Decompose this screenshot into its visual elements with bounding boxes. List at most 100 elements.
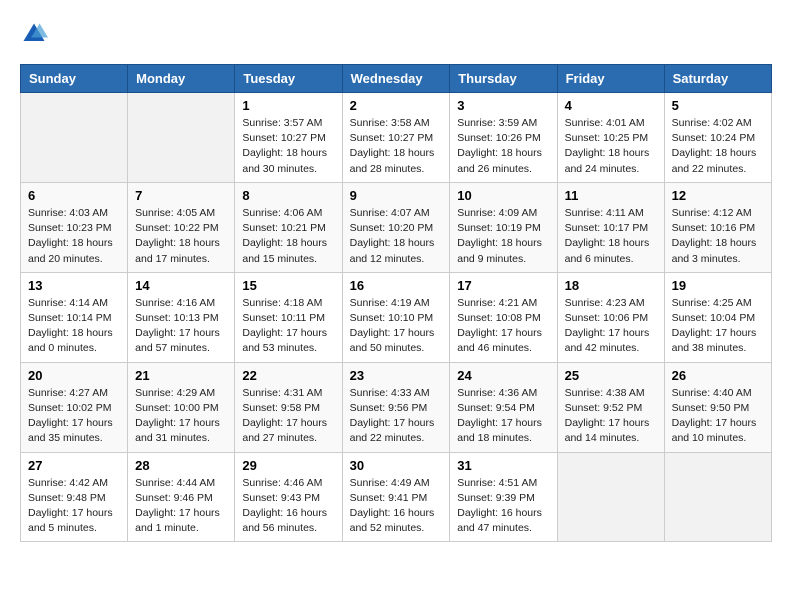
day-info: Sunrise: 4:21 AMSunset: 10:08 PMDaylight… xyxy=(457,296,549,357)
calendar-cell: 10 Sunrise: 4:09 AMSunset: 10:19 PMDaylig… xyxy=(450,182,557,272)
calendar-cell: 21 Sunrise: 4:29 AMSunset: 10:00 PMDaylig… xyxy=(128,362,235,452)
day-number: 29 xyxy=(242,458,334,473)
day-number: 12 xyxy=(672,188,764,203)
day-info: Sunrise: 4:29 AMSunset: 10:00 PMDaylight… xyxy=(135,386,227,447)
calendar-week-row: 20Sunrise: 4:27 AMSunset: 10:02 PMDaylig… xyxy=(21,362,772,452)
weekday-header-tuesday: Tuesday xyxy=(235,65,342,93)
day-info: Sunrise: 4:25 AMSunset: 10:04 PMDaylight… xyxy=(672,296,764,357)
calendar-cell: 5 Sunrise: 4:02 AMSunset: 10:24 PMDayligh… xyxy=(664,93,771,183)
day-number: 10 xyxy=(457,188,549,203)
day-info: Sunrise: 3:59 AMSunset: 10:26 PMDaylight… xyxy=(457,116,549,177)
calendar-cell: 1Sunrise: 3:57 AMSunset: 10:27 PMDayligh… xyxy=(235,93,342,183)
calendar-cell: 6 Sunrise: 4:03 AMSunset: 10:23 PMDayligh… xyxy=(21,182,128,272)
day-number: 13 xyxy=(28,278,120,293)
day-number: 18 xyxy=(565,278,657,293)
calendar-cell: 30 Sunrise: 4:49 AMSunset: 9:41 PMDayligh… xyxy=(342,452,450,542)
calendar-cell: 13 Sunrise: 4:14 AMSunset: 10:14 PMDaylig… xyxy=(21,272,128,362)
day-number: 24 xyxy=(457,368,549,383)
weekday-header-saturday: Saturday xyxy=(664,65,771,93)
day-info: Sunrise: 4:40 AMSunset: 9:50 PMDaylight:… xyxy=(672,386,764,447)
day-info: Sunrise: 4:42 AMSunset: 9:48 PMDaylight:… xyxy=(28,476,120,537)
day-info: Sunrise: 4:16 AMSunset: 10:13 PMDaylight… xyxy=(135,296,227,357)
day-info: Sunrise: 4:38 AMSunset: 9:52 PMDaylight:… xyxy=(565,386,657,447)
calendar-cell: 25Sunrise: 4:38 AMSunset: 9:52 PMDayligh… xyxy=(557,362,664,452)
calendar-cell: 2Sunrise: 3:58 AMSunset: 10:27 PMDayligh… xyxy=(342,93,450,183)
day-info: Sunrise: 4:18 AMSunset: 10:11 PMDaylight… xyxy=(242,296,334,357)
day-info: Sunrise: 4:44 AMSunset: 9:46 PMDaylight:… xyxy=(135,476,227,537)
day-info: Sunrise: 4:02 AMSunset: 10:24 PMDaylight… xyxy=(672,116,764,177)
calendar-cell: 11 Sunrise: 4:11 AMSunset: 10:17 PMDaylig… xyxy=(557,182,664,272)
day-number: 4 xyxy=(565,98,657,113)
calendar-cell: 14 Sunrise: 4:16 AMSunset: 10:13 PMDaylig… xyxy=(128,272,235,362)
calendar-cell: 27Sunrise: 4:42 AMSunset: 9:48 PMDayligh… xyxy=(21,452,128,542)
calendar-cell: 23 Sunrise: 4:33 AMSunset: 9:56 PMDayligh… xyxy=(342,362,450,452)
weekday-header-sunday: Sunday xyxy=(21,65,128,93)
day-number: 5 xyxy=(672,98,764,113)
calendar-cell: 19 Sunrise: 4:25 AMSunset: 10:04 PMDaylig… xyxy=(664,272,771,362)
day-info: Sunrise: 4:07 AMSunset: 10:20 PMDaylight… xyxy=(350,206,443,267)
day-number: 30 xyxy=(350,458,443,473)
day-info: Sunrise: 4:49 AMSunset: 9:41 PMDaylight:… xyxy=(350,476,443,537)
day-info: Sunrise: 4:03 AMSunset: 10:23 PMDaylight… xyxy=(28,206,120,267)
day-number: 22 xyxy=(242,368,334,383)
day-info: Sunrise: 4:12 AMSunset: 10:16 PMDaylight… xyxy=(672,206,764,267)
calendar-week-row: 27Sunrise: 4:42 AMSunset: 9:48 PMDayligh… xyxy=(21,452,772,542)
day-number: 20 xyxy=(28,368,120,383)
page-header xyxy=(20,20,772,48)
calendar-cell xyxy=(664,452,771,542)
day-number: 19 xyxy=(672,278,764,293)
weekday-header-monday: Monday xyxy=(128,65,235,93)
calendar-cell xyxy=(557,452,664,542)
day-number: 6 xyxy=(28,188,120,203)
day-number: 23 xyxy=(350,368,443,383)
day-number: 9 xyxy=(350,188,443,203)
day-info: Sunrise: 4:11 AMSunset: 10:17 PMDaylight… xyxy=(565,206,657,267)
day-number: 21 xyxy=(135,368,227,383)
calendar-cell: 26 Sunrise: 4:40 AMSunset: 9:50 PMDayligh… xyxy=(664,362,771,452)
day-info: Sunrise: 4:31 AMSunset: 9:58 PMDaylight:… xyxy=(242,386,334,447)
day-info: Sunrise: 4:09 AMSunset: 10:19 PMDaylight… xyxy=(457,206,549,267)
day-info: Sunrise: 4:05 AMSunset: 10:22 PMDaylight… xyxy=(135,206,227,267)
day-info: Sunrise: 3:57 AMSunset: 10:27 PMDaylight… xyxy=(242,116,334,177)
calendar-header: SundayMondayTuesdayWednesdayThursdayFrid… xyxy=(21,65,772,93)
calendar-cell: 22 Sunrise: 4:31 AMSunset: 9:58 PMDayligh… xyxy=(235,362,342,452)
weekday-header-thursday: Thursday xyxy=(450,65,557,93)
day-number: 17 xyxy=(457,278,549,293)
calendar-cell: 9 Sunrise: 4:07 AMSunset: 10:20 PMDayligh… xyxy=(342,182,450,272)
day-number: 31 xyxy=(457,458,549,473)
day-info: Sunrise: 4:36 AMSunset: 9:54 PMDaylight:… xyxy=(457,386,549,447)
calendar-cell: 7 Sunrise: 4:05 AMSunset: 10:22 PMDayligh… xyxy=(128,182,235,272)
weekday-header-friday: Friday xyxy=(557,65,664,93)
day-info: Sunrise: 4:19 AMSunset: 10:10 PMDaylight… xyxy=(350,296,443,357)
calendar-cell: 12 Sunrise: 4:12 AMSunset: 10:16 PMDaylig… xyxy=(664,182,771,272)
day-number: 2 xyxy=(350,98,443,113)
calendar-cell: 29 Sunrise: 4:46 AMSunset: 9:43 PMDayligh… xyxy=(235,452,342,542)
calendar-cell: 28Sunrise: 4:44 AMSunset: 9:46 PMDayligh… xyxy=(128,452,235,542)
day-info: Sunrise: 4:23 AMSunset: 10:06 PMDaylight… xyxy=(565,296,657,357)
calendar-week-row: 13 Sunrise: 4:14 AMSunset: 10:14 PMDaylig… xyxy=(21,272,772,362)
day-info: Sunrise: 4:33 AMSunset: 9:56 PMDaylight:… xyxy=(350,386,443,447)
logo-icon xyxy=(20,20,48,48)
weekday-header-wednesday: Wednesday xyxy=(342,65,450,93)
calendar-cell: 17 Sunrise: 4:21 AMSunset: 10:08 PMDaylig… xyxy=(450,272,557,362)
weekday-row: SundayMondayTuesdayWednesdayThursdayFrid… xyxy=(21,65,772,93)
day-number: 7 xyxy=(135,188,227,203)
calendar-week-row: 1Sunrise: 3:57 AMSunset: 10:27 PMDayligh… xyxy=(21,93,772,183)
day-number: 15 xyxy=(242,278,334,293)
day-number: 14 xyxy=(135,278,227,293)
calendar-table: SundayMondayTuesdayWednesdayThursdayFrid… xyxy=(20,64,772,542)
day-info: Sunrise: 4:51 AMSunset: 9:39 PMDaylight:… xyxy=(457,476,549,537)
day-info: Sunrise: 4:06 AMSunset: 10:21 PMDaylight… xyxy=(242,206,334,267)
day-number: 26 xyxy=(672,368,764,383)
calendar-cell: 16 Sunrise: 4:19 AMSunset: 10:10 PMDaylig… xyxy=(342,272,450,362)
day-number: 16 xyxy=(350,278,443,293)
calendar-cell xyxy=(21,93,128,183)
calendar-cell: 3Sunrise: 3:59 AMSunset: 10:26 PMDayligh… xyxy=(450,93,557,183)
day-number: 11 xyxy=(565,188,657,203)
calendar-cell: 15 Sunrise: 4:18 AMSunset: 10:11 PMDaylig… xyxy=(235,272,342,362)
calendar-cell: 24 Sunrise: 4:36 AMSunset: 9:54 PMDayligh… xyxy=(450,362,557,452)
calendar-body: 1Sunrise: 3:57 AMSunset: 10:27 PMDayligh… xyxy=(21,93,772,542)
day-info: Sunrise: 4:14 AMSunset: 10:14 PMDaylight… xyxy=(28,296,120,357)
day-info: Sunrise: 4:46 AMSunset: 9:43 PMDaylight:… xyxy=(242,476,334,537)
calendar-cell: 31 Sunrise: 4:51 AMSunset: 9:39 PMDayligh… xyxy=(450,452,557,542)
